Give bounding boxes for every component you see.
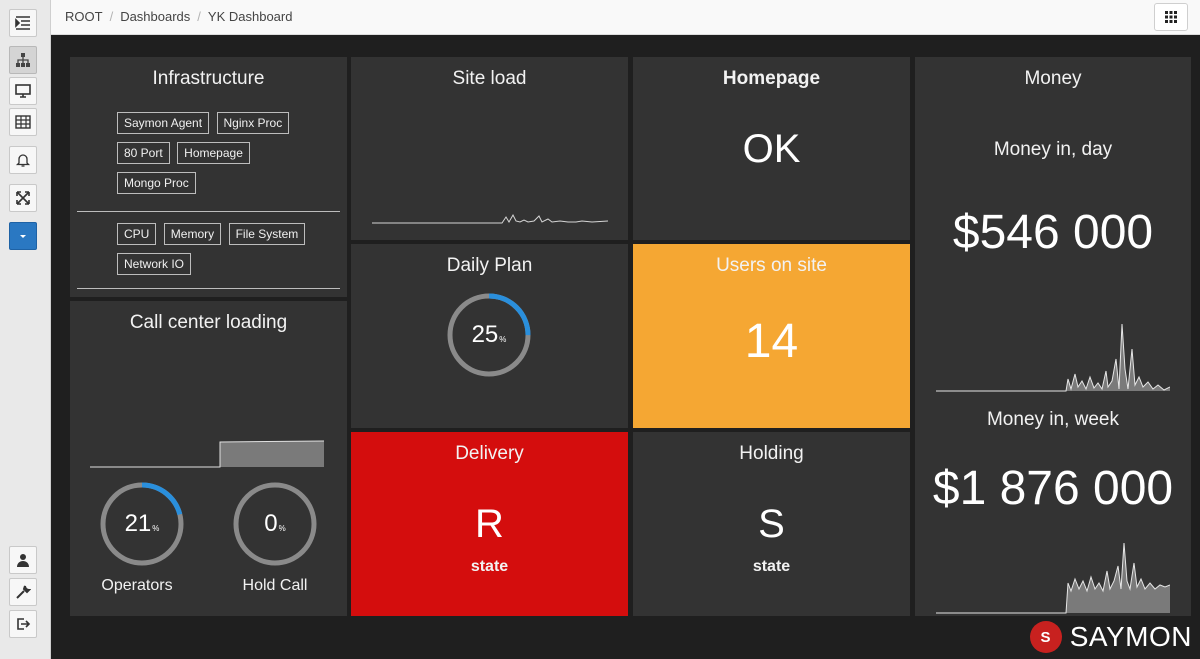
tile-holding[interactable]: Holding S state bbox=[633, 432, 910, 616]
hold-call-value: 0% bbox=[232, 481, 318, 567]
breadcrumb-separator: / bbox=[197, 9, 201, 24]
breadcrumb-separator: / bbox=[109, 9, 114, 24]
grid-menu-button[interactable] bbox=[1154, 3, 1188, 31]
caret-down-icon[interactable] bbox=[9, 222, 37, 250]
hold-call-label: Hold Call bbox=[242, 577, 308, 594]
operators-gauge: 21% bbox=[99, 481, 185, 567]
tile-title: Homepage bbox=[722, 68, 821, 89]
wrench-icon[interactable] bbox=[9, 578, 37, 606]
logout-icon[interactable] bbox=[9, 610, 37, 638]
daily-plan-gauge: 25% bbox=[446, 292, 532, 378]
tile-delivery[interactable]: Delivery R state bbox=[351, 432, 628, 616]
users-on-site-value: 14 bbox=[744, 315, 799, 368]
tile-homepage[interactable]: Homepage OK bbox=[633, 57, 910, 240]
tag-80-port[interactable]: 80 Port bbox=[117, 142, 170, 164]
daily-plan-unit: % bbox=[499, 334, 507, 344]
tile-money[interactable]: Money Money in, day $546 000 Money in, w… bbox=[915, 57, 1191, 616]
breadcrumb-root[interactable]: ROOT bbox=[65, 9, 103, 24]
tag-file-system[interactable]: File System bbox=[228, 223, 306, 245]
dashboard: Infrastructure Saymon Agent Nginx Proc 8… bbox=[51, 35, 1200, 659]
tile-title: Delivery bbox=[455, 443, 524, 464]
tag-group-top: Saymon Agent Nginx Proc 80 Port Homepage… bbox=[117, 112, 357, 202]
tag-network-io[interactable]: Network IO bbox=[117, 253, 192, 275]
monitor-icon[interactable] bbox=[9, 77, 37, 105]
hold-call-gauge: 0% bbox=[232, 481, 318, 567]
divider bbox=[77, 288, 340, 289]
tag-saymon-agent[interactable]: Saymon Agent bbox=[117, 112, 210, 134]
tile-title: Daily Plan bbox=[446, 255, 533, 276]
tag-cpu[interactable]: CPU bbox=[117, 223, 157, 245]
tag-homepage[interactable]: Homepage bbox=[177, 142, 250, 164]
divider bbox=[77, 211, 340, 212]
call-center-sparkline bbox=[90, 440, 325, 468]
daily-plan-value: 25% bbox=[446, 292, 532, 378]
money-week-value: $1 876 000 bbox=[932, 462, 1174, 515]
breadcrumb-dashboards[interactable]: Dashboards bbox=[120, 9, 190, 24]
tile-daily-plan[interactable]: Daily Plan 25% bbox=[351, 244, 628, 428]
tile-title: Site load bbox=[452, 68, 527, 89]
saymon-logo-mark: S bbox=[1029, 621, 1062, 653]
tag-memory[interactable]: Memory bbox=[163, 223, 222, 245]
grid-icon bbox=[1165, 11, 1177, 23]
tile-title: Users on site bbox=[716, 255, 827, 276]
bell-icon[interactable] bbox=[9, 146, 37, 174]
tile-infrastructure[interactable]: Infrastructure Saymon Agent Nginx Proc 8… bbox=[70, 57, 347, 297]
table-icon[interactable] bbox=[9, 108, 37, 136]
tile-title: Holding bbox=[739, 443, 804, 464]
holding-state-label: state bbox=[752, 558, 791, 575]
money-week-label: Money in, week bbox=[986, 409, 1119, 430]
site-load-sparkline bbox=[372, 213, 608, 224]
money-day-sparkline bbox=[936, 323, 1170, 392]
app: ROOT / Dashboards / YK Dashboard Infrast… bbox=[0, 0, 1200, 659]
money-week-sparkline bbox=[936, 542, 1170, 614]
expand-icon[interactable] bbox=[9, 184, 37, 212]
indent-icon[interactable] bbox=[9, 9, 37, 37]
saymon-logo: S SAYMON bbox=[1029, 621, 1192, 653]
delivery-value: R bbox=[475, 502, 504, 546]
homepage-status-value: OK bbox=[742, 127, 801, 171]
hold-call-unit: % bbox=[278, 523, 286, 533]
operators-label: Operators bbox=[101, 577, 173, 594]
operators-number: 21 bbox=[124, 510, 152, 537]
user-icon[interactable] bbox=[9, 546, 37, 574]
operators-value: 21% bbox=[99, 481, 185, 567]
hold-call-number: 0 bbox=[264, 510, 278, 537]
money-day-value: $546 000 bbox=[952, 206, 1154, 259]
tile-site-load[interactable]: Site load bbox=[351, 57, 628, 240]
sitemap-icon[interactable] bbox=[9, 46, 37, 74]
tile-title: Money bbox=[1024, 68, 1082, 89]
top-bar: ROOT / Dashboards / YK Dashboard bbox=[51, 0, 1200, 35]
operators-unit: % bbox=[152, 523, 160, 533]
left-sidebar bbox=[0, 0, 51, 659]
tile-title: Infrastructure bbox=[152, 68, 265, 89]
tag-nginx-proc[interactable]: Nginx Proc bbox=[216, 112, 290, 134]
tile-users-on-site[interactable]: Users on site 14 bbox=[633, 244, 910, 428]
delivery-state-label: state bbox=[470, 558, 509, 575]
holding-value: S bbox=[758, 502, 785, 546]
tag-mongo-proc[interactable]: Mongo Proc bbox=[117, 172, 196, 194]
daily-plan-number: 25 bbox=[471, 321, 499, 348]
breadcrumb: ROOT / Dashboards / YK Dashboard bbox=[65, 9, 292, 24]
tile-title: Call center loading bbox=[129, 312, 288, 333]
tile-call-center-loading[interactable]: Call center loading 21% Operators 0 % Ho… bbox=[70, 301, 347, 616]
saymon-brand-name: SAYMON bbox=[1069, 621, 1192, 652]
breadcrumb-current: YK Dashboard bbox=[207, 9, 293, 24]
tag-group-bottom: CPU Memory File System Network IO bbox=[117, 223, 357, 283]
money-day-label: Money in, day bbox=[993, 139, 1113, 160]
